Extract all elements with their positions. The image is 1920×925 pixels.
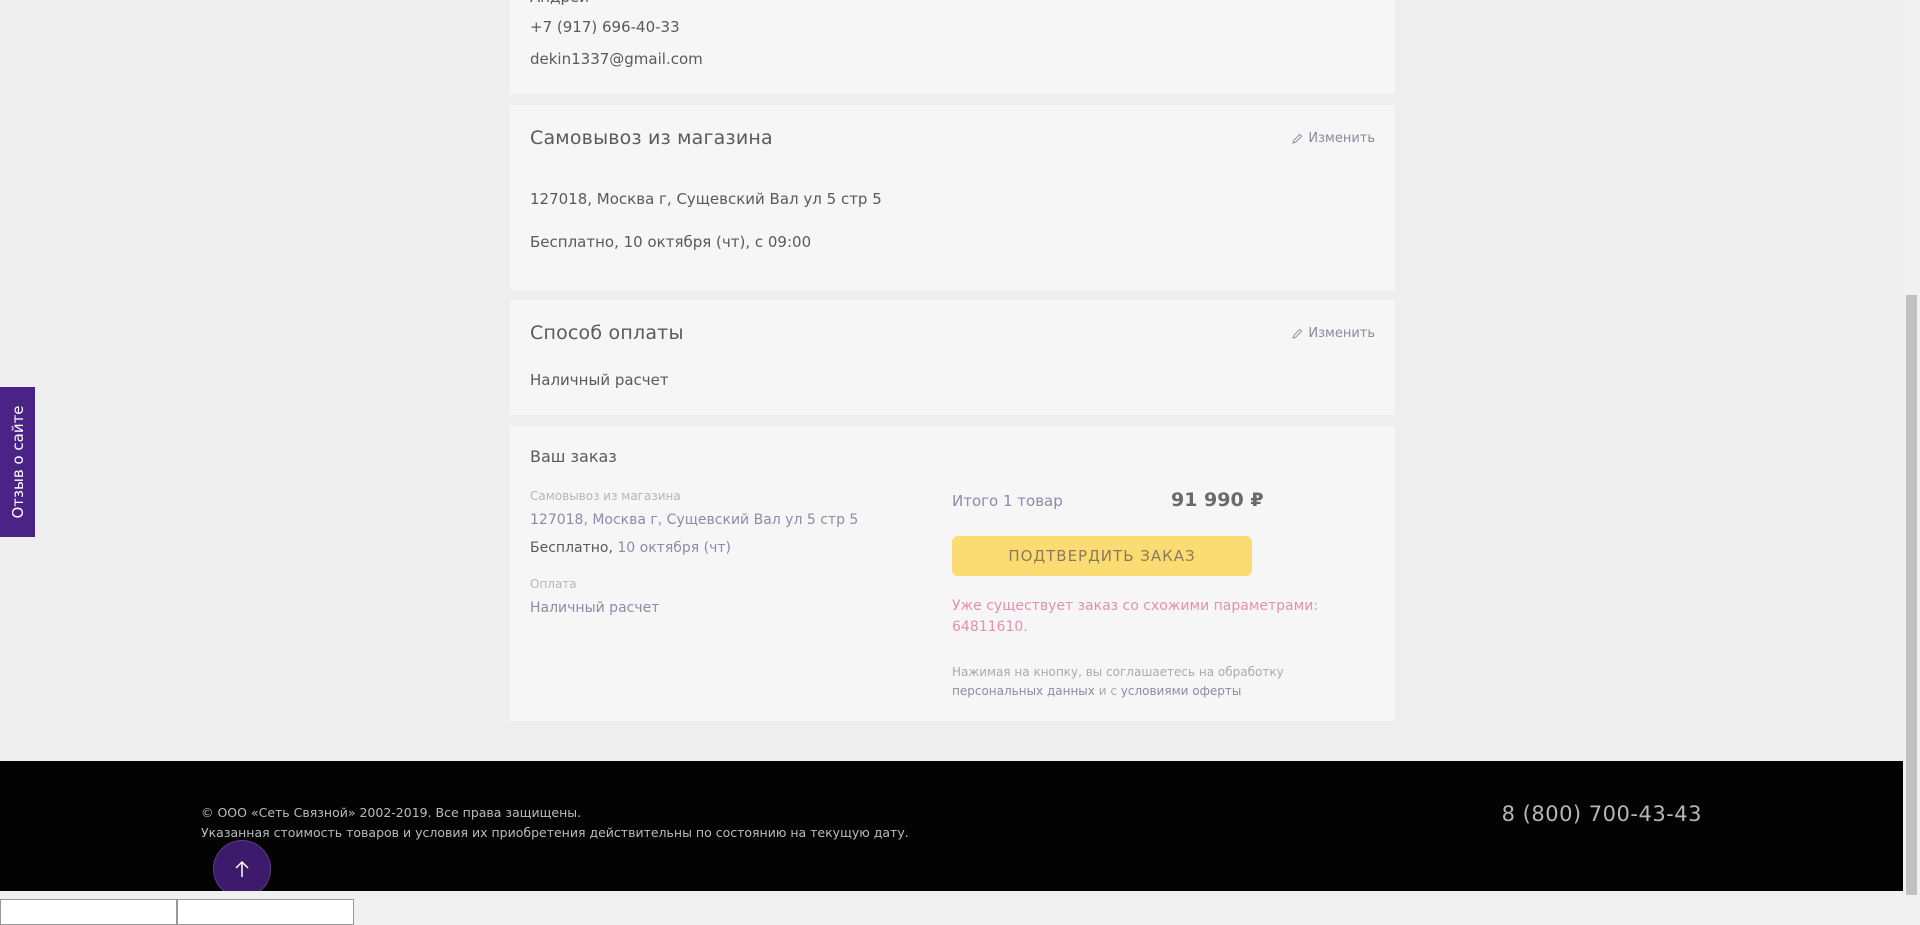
scrollbar-thumb[interactable] (1906, 295, 1917, 895)
contact-email: dekin1337@gmail.com (530, 50, 703, 68)
order-title: Ваш заказ (530, 447, 617, 466)
order-warning-number[interactable]: 64811610 (952, 619, 1023, 635)
delivery-card: Самовывоз из магазина Изменить 127018, М… (510, 105, 1395, 290)
contact-phone: +7 (917) 696-40-33 (530, 18, 680, 36)
order-delivery-address: 127018, Москва г, Сущевский Вал ул 5 стр… (530, 512, 859, 528)
footer-copyright: © ООО «Сеть Связной» 2002-2019. Все прав… (201, 805, 582, 820)
contact-name-partial: Андрей (530, 0, 589, 6)
order-delivery-date: 10 октября (чт) (617, 540, 731, 556)
bottom-input-1[interactable] (0, 899, 177, 925)
order-delivery-caption: Самовывоз из магазина (530, 489, 681, 503)
offer-terms-link[interactable]: условиями оферты (1121, 684, 1242, 698)
footer-disclaimer: Указанная стоимость товаров и условия их… (201, 825, 909, 840)
site-feedback-tab[interactable]: Отзыв о сайте (0, 387, 35, 537)
order-payment-method: Наличный расчет (530, 600, 660, 616)
page-scrollbar[interactable] (1903, 0, 1920, 925)
payment-edit-label: Изменить (1308, 326, 1375, 341)
payment-card: Способ оплаты Изменить Наличный расчет (510, 300, 1395, 415)
order-total-price: 91 990 ₽ (1171, 489, 1264, 511)
payment-method: Наличный расчет (530, 371, 669, 389)
order-note-prefix: Нажимая на кнопку, вы соглашаетесь на об… (952, 665, 1284, 679)
payment-title: Способ оплаты (530, 322, 684, 344)
site-feedback-label: Отзыв о сайте (8, 405, 27, 519)
order-delivery-terms: Бесплатно, 10 октября (чт) (530, 540, 731, 556)
arrow-up-icon (235, 860, 249, 877)
payment-edit-link[interactable]: Изменить (1292, 326, 1375, 341)
delivery-title: Самовывоз из магазина (530, 127, 773, 149)
pencil-icon (1292, 133, 1303, 144)
order-payment-caption: Оплата (530, 577, 577, 591)
footer-legal: © ООО «Сеть Связной» 2002-2019. Все прав… (201, 803, 909, 843)
bottom-input-2[interactable] (177, 899, 354, 925)
personal-data-link[interactable]: персональных данных (952, 684, 1095, 698)
pencil-icon (1292, 328, 1303, 339)
order-note-middle: и с (1098, 684, 1117, 698)
order-warning-text: Уже существует заказ со схожими параметр… (952, 598, 1319, 614)
footer-phone[interactable]: 8 (800) 700-43-43 (1502, 802, 1702, 826)
contact-card: Андрей +7 (917) 696-40-33 dekin1337@gmai… (510, 0, 1395, 94)
order-total-label: Итого 1 товар (952, 492, 1063, 510)
order-agreement-note: Нажимая на кнопку, вы соглашаетесь на об… (952, 663, 1284, 701)
order-warning: Уже существует заказ со схожими параметр… (952, 598, 1319, 635)
delivery-terms: Бесплатно, 10 октября (чт), с 09:00 (530, 233, 812, 251)
order-delivery-free: Бесплатно, (530, 540, 613, 556)
scroll-to-top-button[interactable] (213, 840, 271, 898)
bottom-strip (0, 891, 1903, 925)
delivery-edit-label: Изменить (1308, 131, 1375, 146)
site-footer: © ООО «Сеть Связной» 2002-2019. Все прав… (0, 761, 1903, 891)
confirm-order-button[interactable]: ПОДТВЕРДИТЬ ЗАКАЗ (952, 536, 1252, 576)
delivery-edit-link[interactable]: Изменить (1292, 131, 1375, 146)
delivery-address: 127018, Москва г, Сущевский Вал ул 5 стр… (530, 190, 882, 208)
